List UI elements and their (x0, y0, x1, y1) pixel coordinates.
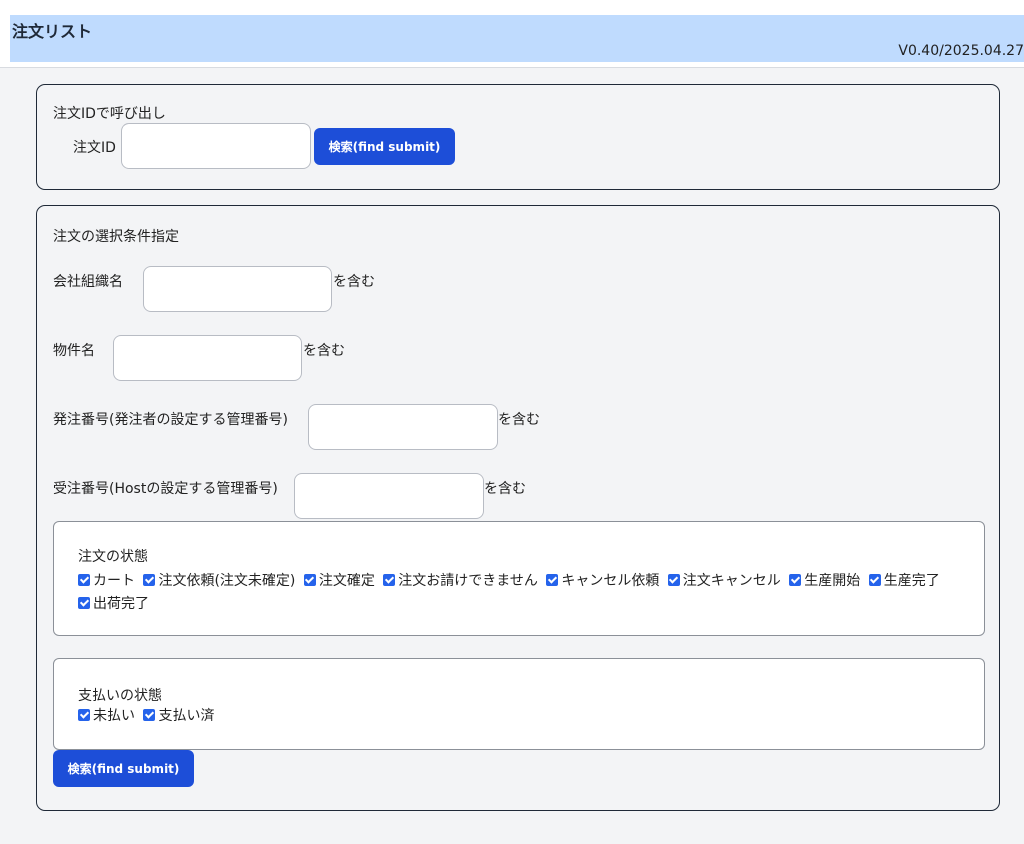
purchase-order-number-input[interactable] (308, 404, 498, 450)
purchase-order-number-contains-label: を含む (498, 412, 540, 428)
property-name-contains-label: を含む (303, 343, 345, 359)
order-id-section-heading: 注文IDで呼び出し (53, 106, 166, 122)
status-option-production-completed[interactable]: 生産完了 (868, 573, 940, 589)
status-option-cart[interactable]: カート (78, 573, 135, 589)
status-option-order-cancelled[interactable]: 注文キャンセル (667, 573, 781, 589)
checkbox-checked-icon[interactable] (868, 574, 881, 586)
checkbox-checked-icon[interactable] (143, 709, 156, 721)
order-id-input[interactable] (121, 123, 311, 169)
status-option-order-requested[interactable]: 注文依頼(注文未確定) (143, 573, 295, 589)
status-option-shipped[interactable]: 出荷完了 (78, 596, 149, 612)
purchase-order-number-label: 発注番号(発注者の設定する管理番号) (53, 412, 288, 428)
sales-order-number-contains-label: を含む (484, 481, 526, 497)
checkbox-checked-icon[interactable] (383, 574, 396, 586)
status-option-order-declined[interactable]: 注文お請けできません (383, 573, 538, 589)
checkbox-checked-icon[interactable] (143, 574, 156, 586)
checkbox-checked-icon[interactable] (78, 597, 90, 609)
payment-status-box: 支払いの状態 未払い 支払い済 (53, 658, 985, 750)
criteria-search-button[interactable]: 検索(find submit) (53, 750, 194, 787)
order-id-lookup-panel: 注文IDで呼び出し 注文ID 検索(find submit) (36, 84, 1000, 190)
checkbox-checked-icon[interactable] (303, 574, 316, 586)
payment-option-paid[interactable]: 支払い済 (143, 708, 214, 724)
property-name-label: 物件名 (53, 343, 95, 359)
company-name-label: 会社組織名 (53, 274, 123, 290)
order-status-heading: 注文の状態 (78, 549, 148, 565)
checkbox-checked-icon[interactable] (789, 574, 802, 586)
checkbox-checked-icon[interactable] (78, 574, 90, 586)
property-name-input[interactable] (113, 335, 302, 381)
criteria-section-heading: 注文の選択条件指定 (53, 229, 179, 245)
sales-order-number-label: 受注番号(Hostの設定する管理番号) (53, 481, 278, 497)
company-name-contains-label: を含む (333, 274, 375, 290)
order-id-search-button[interactable]: 検索(find submit) (314, 128, 455, 165)
checkbox-checked-icon[interactable] (667, 574, 680, 586)
status-option-order-confirmed[interactable]: 注文確定 (303, 573, 375, 589)
version-label: V0.40/2025.04.27 (898, 43, 1024, 59)
app-header: 注文リスト V0.40/2025.04.27 (10, 15, 1024, 62)
payment-option-unpaid[interactable]: 未払い (78, 708, 135, 724)
order-id-label: 注文ID (73, 140, 116, 156)
status-option-production-started[interactable]: 生産開始 (789, 573, 860, 589)
status-option-cancel-requested[interactable]: キャンセル依頼 (546, 573, 659, 589)
sales-order-number-input[interactable] (294, 473, 484, 519)
order-criteria-panel: 注文の選択条件指定 会社組織名 を含む 物件名 を含む 発注番号(発注者の設定す… (36, 205, 1000, 811)
checkbox-checked-icon[interactable] (546, 574, 559, 586)
page-title: 注文リスト (12, 22, 93, 41)
company-name-input[interactable] (143, 266, 332, 312)
order-status-options: カート 注文依頼(注文未確定) 注文確定 注文お請けできません キャンセル依頼 … (78, 570, 958, 616)
payment-status-heading: 支払いの状態 (78, 688, 162, 704)
checkbox-checked-icon[interactable] (78, 709, 90, 721)
order-status-box: 注文の状態 カート 注文依頼(注文未確定) 注文確定 注文お請けできません キャ… (53, 521, 985, 636)
payment-status-options: 未払い 支払い済 (78, 705, 958, 728)
